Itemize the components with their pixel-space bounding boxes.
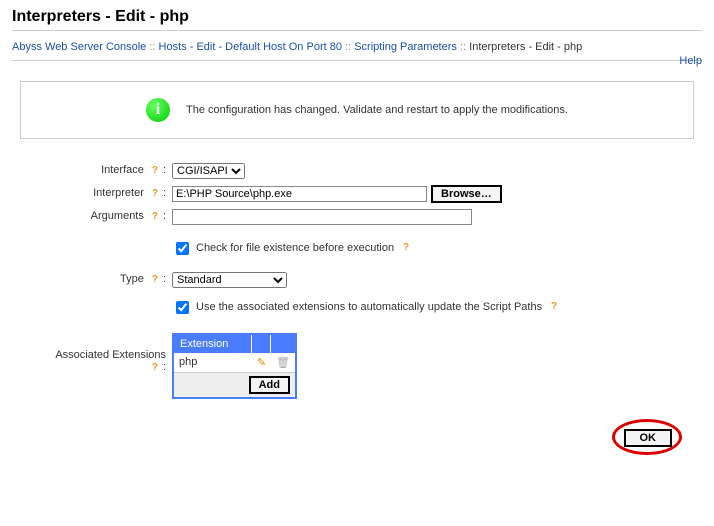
interpreter-label: Interpreter ?: (12, 187, 172, 200)
breadcrumb-console[interactable]: Abyss Web Server Console (12, 41, 146, 53)
divider (12, 30, 702, 31)
help-icon[interactable]: ? (548, 301, 560, 313)
edit-icon[interactable]: ✎ (257, 357, 266, 369)
extensions-table: Extension php ✎ 🗑 Add (172, 333, 297, 399)
type-label: Type ?: (12, 273, 172, 286)
help-icon[interactable]: ? (149, 211, 161, 223)
use-associated-checkbox[interactable] (176, 301, 189, 314)
ext-value: php (174, 353, 252, 372)
breadcrumb-hosts[interactable]: Hosts - Edit - Default Host On Port 80 (159, 41, 342, 53)
notice-text: The configuration has changed. Validate … (186, 104, 568, 116)
help-icon[interactable]: ? (149, 362, 161, 374)
type-select[interactable]: Standard (172, 272, 287, 288)
associated-ext-label: Associated Extensions ?: (12, 331, 172, 374)
arguments-label: Arguments ?: (12, 210, 172, 223)
ok-button[interactable]: OK (624, 429, 673, 447)
check-existence-checkbox[interactable] (176, 242, 189, 255)
notice-bar: i The configuration has changed. Validat… (20, 81, 694, 139)
interface-select[interactable]: CGI/ISAPI (172, 163, 245, 179)
ext-header: Extension (174, 335, 252, 353)
help-icon[interactable]: ? (149, 165, 161, 177)
add-button[interactable]: Add (249, 376, 290, 394)
help-icon[interactable]: ? (149, 274, 161, 286)
breadcrumb-current: Interpreters - Edit - php (469, 41, 582, 53)
breadcrumb-scripting[interactable]: Scripting Parameters (354, 41, 457, 53)
arguments-input[interactable] (172, 209, 472, 225)
help-icon[interactable]: ? (400, 242, 412, 254)
check-existence-label: Check for file existence before executio… (196, 242, 394, 254)
interpreter-input[interactable] (172, 186, 427, 202)
breadcrumb: Abyss Web Server Console :: Hosts - Edit… (12, 39, 702, 56)
help-link[interactable]: Help (679, 53, 702, 70)
browse-button[interactable]: Browse… (431, 185, 502, 203)
info-icon: i (146, 98, 170, 122)
help-icon[interactable]: ? (149, 188, 161, 200)
page-title: Interpreters - Edit - php (12, 8, 702, 26)
delete-icon[interactable]: 🗑 (276, 357, 290, 369)
interface-label: Interface ?: (12, 164, 172, 177)
table-row: php ✎ 🗑 (174, 353, 295, 372)
divider (12, 60, 702, 61)
use-associated-label: Use the associated extensions to automat… (196, 301, 542, 313)
